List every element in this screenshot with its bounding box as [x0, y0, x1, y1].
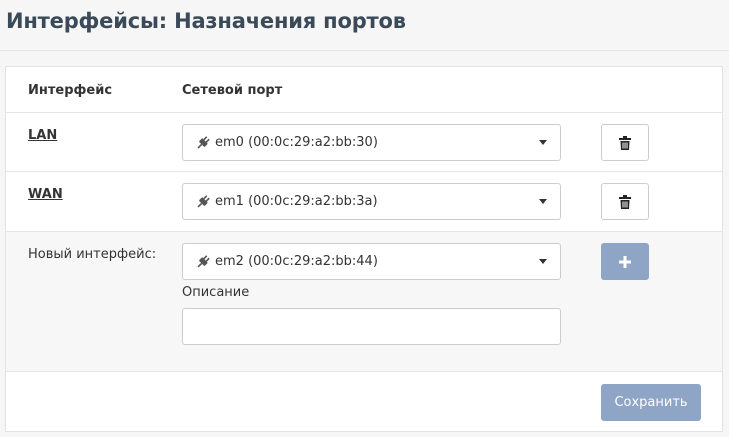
new-interface-row: Новый интерфейс: em2 (00:0c:29:a2:bb:44)… — [6, 232, 722, 372]
port-select-wan-value: em1 (00:0c:29:a2:bb:3a) — [215, 194, 378, 209]
delete-lan-button[interactable] — [601, 124, 649, 161]
port-select-wan[interactable]: em1 (00:0c:29:a2:bb:3a) — [182, 183, 561, 220]
description-label: Описание — [182, 285, 250, 300]
port-select-new-value: em2 (00:0c:29:a2:bb:44) — [215, 254, 378, 269]
plus-icon — [619, 255, 631, 268]
page-header: Интерфейсы: Назначения портов — [0, 0, 729, 51]
page-title: Интерфейсы: Назначения портов — [6, 9, 406, 33]
caret-down-icon — [539, 259, 547, 264]
add-interface-button[interactable] — [601, 243, 649, 280]
form-footer: Сохранить — [6, 372, 722, 432]
table-row-wan: WAN em1 (00:0c:29:a2:bb:3a) — [6, 172, 722, 232]
delete-wan-button[interactable] — [601, 183, 649, 220]
port-select-lan[interactable]: em0 (00:0c:29:a2:bb:30) — [182, 124, 561, 161]
trash-icon — [619, 135, 631, 150]
port-assignment-panel: Интерфейс Сетевой порт LAN em0 (00:0c:29… — [5, 66, 723, 432]
trash-icon — [619, 194, 631, 209]
plug-icon — [197, 135, 210, 149]
table-row-lan: LAN em0 (00:0c:29:a2:bb:30) — [6, 113, 722, 172]
port-select-new[interactable]: em2 (00:0c:29:a2:bb:44) — [182, 243, 561, 280]
caret-down-icon — [539, 199, 547, 204]
table-header: Интерфейс Сетевой порт — [6, 67, 722, 113]
column-header-interface: Интерфейс — [28, 83, 113, 98]
interface-link-wan[interactable]: WAN — [28, 187, 63, 202]
column-header-network-port: Сетевой порт — [182, 83, 283, 98]
port-select-lan-value: em0 (00:0c:29:a2:bb:30) — [215, 135, 378, 150]
interface-link-lan[interactable]: LAN — [28, 128, 57, 143]
new-interface-label: Новый интерфейс: — [28, 247, 157, 262]
description-input[interactable] — [182, 308, 561, 345]
save-button[interactable]: Сохранить — [601, 384, 701, 421]
plug-icon — [197, 254, 210, 268]
caret-down-icon — [539, 140, 547, 145]
plug-icon — [197, 194, 210, 208]
